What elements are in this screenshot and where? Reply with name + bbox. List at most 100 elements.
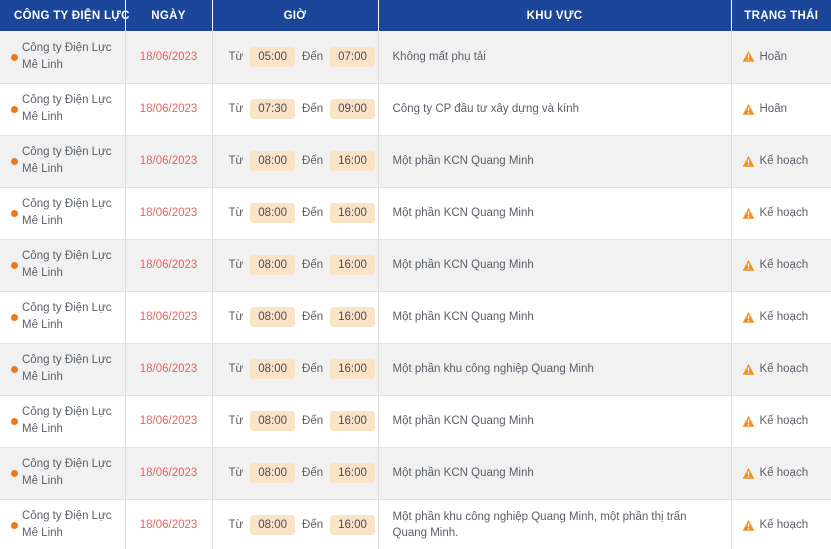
cell-company: Công ty Điện Lực Mê Linh	[0, 83, 126, 136]
status-label: Hoãn	[759, 50, 788, 63]
time-from-value: 08:00	[250, 463, 296, 483]
status-badge: Kế hoạch	[742, 311, 824, 324]
area-description: Một phần KCN Quang Minh	[392, 311, 534, 323]
column-header-area[interactable]: KHU VỰC	[378, 0, 732, 31]
outage-schedule-table: CÔNG TY ĐIỆN LỰC NGÀY GIỜ KHU VỰC TRẠNG …	[0, 0, 831, 549]
cell-company: Công ty Điện Lực Mê Linh	[0, 135, 126, 188]
area-description: Một phần KCN Quang Minh	[392, 467, 534, 479]
cell-status: Kế hoạch	[731, 239, 831, 292]
table-body: Công ty Điện Lực Mê Linh 18/06/2023 Từ 05:0…	[0, 31, 831, 549]
status-badge: Kế hoạch	[742, 155, 824, 168]
status-label: Kế hoạch	[759, 155, 809, 167]
cell-status: Kế hoạch	[731, 135, 831, 188]
status-dot-icon	[11, 53, 18, 61]
column-header-status[interactable]: TRẠNG THÁI	[731, 0, 831, 31]
time-to-label: Đến	[302, 207, 324, 219]
cell-area: Một phần KCN Quang Minh	[378, 239, 732, 292]
time-to-label: Đến	[302, 467, 324, 479]
time-from-value: 08:00	[250, 411, 296, 431]
warning-triangle-icon	[742, 259, 754, 271]
outage-date: 18/06/2023	[139, 415, 198, 427]
table-row[interactable]: Công ty Điện Lực Mê Linh 18/06/2023 Từ 05:0…	[0, 31, 831, 84]
time-from-value: 08:00	[250, 151, 296, 171]
table-row[interactable]: Công ty Điện Lực Mê Linh 18/06/2023 Từ 08:0…	[0, 187, 831, 240]
time-from-label: Từ	[228, 363, 244, 375]
area-description: Một phần KCN Quang Minh	[392, 259, 534, 271]
status-label: Hoãn	[759, 103, 788, 115]
column-header-date[interactable]: NGÀY	[125, 0, 213, 31]
cell-time: Từ 07:30 Đến 09:00	[212, 83, 379, 136]
cell-time: Từ 08:00 Đến 16:00	[212, 343, 379, 396]
table-row[interactable]: Công ty Điện Lực Mê Linh 18/06/2023 Từ 08:0…	[0, 239, 831, 292]
status-dot-icon	[11, 158, 18, 165]
cell-company: Công ty Điện Lực Mê Linh	[0, 187, 126, 240]
cell-time: Từ 08:00 Đến 16:00	[212, 395, 379, 448]
warning-triangle-icon	[742, 415, 754, 427]
status-label: Kế hoạch	[759, 467, 809, 479]
time-to-value: 16:00	[330, 307, 375, 327]
status-dot-icon	[11, 210, 18, 217]
time-from-label: Từ	[228, 415, 244, 427]
table-row[interactable]: Công ty Điện Lực Mê Linh 18/06/2023 Từ 08:0…	[0, 447, 831, 500]
time-from-label: Từ	[228, 207, 244, 219]
time-to-value: 16:00	[330, 463, 375, 483]
cell-date: 18/06/2023	[125, 83, 213, 136]
area-description: Một phần khu công nghiệp Quang Minh	[392, 363, 594, 375]
column-header-company[interactable]: CÔNG TY ĐIỆN LỰC	[0, 0, 129, 31]
time-to-value: 16:00	[330, 411, 375, 431]
cell-time: Từ 05:00 Đến 07:00	[212, 31, 379, 84]
outage-date: 18/06/2023	[139, 103, 198, 115]
cell-date: 18/06/2023	[125, 395, 213, 448]
area-description: Một phần KCN Quang Minh	[392, 415, 534, 427]
time-from-value: 08:00	[250, 255, 296, 275]
table-row[interactable]: Công ty Điện Lực Mê Linh 18/06/2023 Từ 08:0…	[0, 291, 831, 344]
time-from-label: Từ	[228, 50, 244, 63]
time-to-label: Đến	[302, 311, 324, 323]
warning-triangle-icon	[742, 155, 754, 167]
cell-area: Một phần KCN Quang Minh	[378, 447, 732, 500]
time-to-value: 16:00	[330, 255, 375, 275]
cell-area: Một phần khu công nghiệp Quang Minh	[378, 343, 732, 396]
table-row[interactable]: Công ty Điện Lực Mê Linh 18/06/2023 Từ 08:0…	[0, 135, 831, 188]
time-from-value: 07:30	[250, 99, 296, 119]
time-from-value: 05:00	[250, 46, 296, 67]
status-badge: Kế hoạch	[742, 363, 824, 376]
cell-date: 18/06/2023	[125, 31, 213, 84]
table-row[interactable]: Công ty Điện Lực Mê Linh 18/06/2023 Từ 08:0…	[0, 499, 831, 549]
cell-status: Hoãn	[731, 83, 831, 136]
status-badge: Kế hoạch	[742, 259, 824, 272]
status-badge: Kế hoạch	[742, 519, 824, 532]
company-name: Công ty Điện Lực Mê Linh	[22, 250, 112, 279]
cell-time: Từ 08:00 Đến 16:00	[212, 135, 379, 188]
cell-date: 18/06/2023	[125, 239, 213, 292]
cell-date: 18/06/2023	[125, 291, 213, 344]
table-row[interactable]: Công ty Điện Lực Mê Linh 18/06/2023 Từ 08:0…	[0, 343, 831, 396]
time-to-label: Đến	[302, 259, 324, 271]
column-header-time[interactable]: GIỜ	[212, 0, 379, 31]
time-from-label: Từ	[228, 259, 244, 271]
time-to-label: Đến	[302, 415, 324, 427]
table-row[interactable]: Công ty Điện Lực Mê Linh 18/06/2023 Từ 07:3…	[0, 83, 831, 136]
cell-company: Công ty Điện Lực Mê Linh	[0, 395, 126, 448]
time-to-label: Đến	[302, 155, 324, 167]
time-from-value: 08:00	[250, 203, 296, 223]
cell-company: Công ty Điện Lực Mê Linh	[0, 239, 126, 292]
status-label: Kế hoạch	[759, 363, 809, 375]
time-from-label: Từ	[228, 155, 244, 167]
status-dot-icon	[11, 106, 18, 113]
warning-triangle-icon	[742, 363, 754, 375]
cell-area: Một phần KCN Quang Minh	[378, 291, 732, 344]
time-to-label: Đến	[302, 363, 324, 375]
status-dot-icon	[11, 314, 18, 321]
company-name: Công ty Điện Lực Mê Linh	[22, 510, 112, 539]
time-to-value: 07:00	[330, 46, 375, 67]
table-header: CÔNG TY ĐIỆN LỰC NGÀY GIỜ KHU VỰC TRẠNG …	[0, 0, 831, 31]
cell-date: 18/06/2023	[125, 187, 213, 240]
table-row[interactable]: Công ty Điện Lực Mê Linh 18/06/2023 Từ 08:0…	[0, 395, 831, 448]
status-dot-icon	[11, 262, 18, 269]
time-from-label: Từ	[228, 519, 244, 531]
company-name: Công ty Điện Lực Mê Linh	[22, 302, 112, 331]
status-label: Kế hoạch	[759, 207, 809, 219]
time-from-label: Từ	[228, 467, 244, 479]
status-label: Kế hoạch	[759, 311, 809, 323]
